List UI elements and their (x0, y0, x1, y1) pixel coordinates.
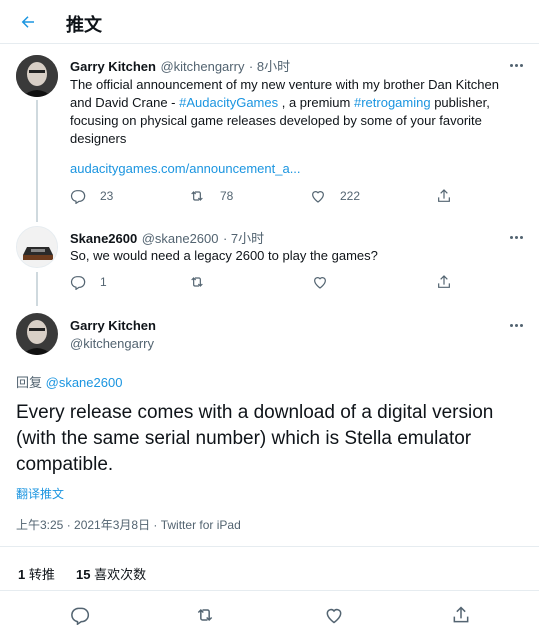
share-icon (453, 606, 469, 623)
retweet-button[interactable]: 78 (188, 186, 233, 206)
display-name[interactable]: Skane2600 (70, 231, 137, 246)
heart-icon (312, 191, 324, 203)
like-button[interactable]: 222 (310, 186, 360, 206)
heart-icon (314, 277, 326, 289)
reply-count: 1 (100, 275, 107, 289)
reply-icon (71, 607, 90, 625)
page-title: 推文 (66, 15, 102, 35)
retweets-count: 1 (18, 567, 26, 582)
retweets-stat[interactable]: 1 转推 (18, 564, 55, 583)
retweet-icon (191, 191, 203, 201)
timestamp[interactable]: · 7小时 (223, 231, 264, 246)
retweet-icon (191, 277, 203, 287)
avatar[interactable] (16, 55, 58, 97)
timestamp[interactable]: · 8小时 (249, 59, 290, 74)
tweet-text: So, we would need a legacy 2600 to play … (70, 248, 378, 263)
reply-button[interactable] (70, 605, 90, 625)
header-bar: 推文 (0, 0, 539, 44)
avatar[interactable] (16, 226, 58, 268)
display-name[interactable]: Garry Kitchen (70, 318, 156, 333)
external-link[interactable]: audacitygames.com/announcement_a... (70, 160, 301, 178)
retweet-button[interactable] (194, 605, 216, 625)
share-button[interactable] (436, 186, 452, 206)
thread-line (36, 100, 38, 222)
avatar[interactable] (16, 313, 58, 355)
main-tweet-text: Every release comes with a download of a… (16, 402, 494, 475)
tweet-text: The official announcement of my new vent… (70, 76, 510, 148)
back-arrow-icon[interactable] (14, 8, 42, 36)
likes-stat[interactable]: 15 喜欢次数 (76, 564, 146, 583)
like-button[interactable] (312, 272, 328, 292)
display-name[interactable]: Garry Kitchen (70, 59, 156, 74)
heart-icon (326, 608, 342, 624)
retweet-icon (197, 608, 213, 622)
user-handle[interactable]: @kitchengarry (160, 59, 244, 74)
share-button[interactable] (451, 605, 471, 625)
reply-prefix: 回复 (16, 375, 46, 390)
tweet-header: Garry Kitchen @kitchengarry · 8小时 (70, 56, 290, 76)
tweet-text-part: , a premium (278, 95, 354, 110)
tweet-meta[interactable]: 上午3:25 · 2021年3月8日 · Twitter for iPad (16, 516, 241, 533)
reply-icon (70, 190, 86, 204)
user-handle[interactable]: @kitchengarry (70, 336, 154, 351)
share-icon (438, 189, 450, 202)
reply-to-link[interactable]: @skane2600 (46, 375, 123, 390)
share-icon (438, 275, 450, 288)
thread-line (36, 272, 38, 306)
translate-link[interactable]: 翻译推文 (16, 485, 64, 502)
likes-label: 喜欢次数 (94, 567, 147, 582)
divider (0, 546, 539, 547)
retweets-label: 转推 (28, 567, 55, 582)
share-button[interactable] (436, 272, 452, 292)
user-handle[interactable]: @skane2600 (142, 231, 219, 246)
more-options-icon[interactable] (506, 318, 526, 332)
reply-count: 23 (100, 189, 114, 203)
like-count: 222 (340, 189, 361, 203)
more-options-icon[interactable] (506, 58, 526, 72)
reply-context: 回复 @skane2600 (16, 372, 122, 391)
more-options-icon[interactable] (506, 230, 526, 244)
retweet-count: 78 (220, 189, 234, 203)
hashtag-link[interactable]: #retrogaming (354, 95, 431, 110)
divider (0, 590, 539, 591)
reply-button[interactable]: 23 (70, 186, 113, 206)
retweet-button[interactable] (188, 272, 206, 292)
tweet-header: Skane2600 @skane2600 · 7小时 (70, 228, 264, 248)
reply-button[interactable]: 1 (70, 272, 107, 292)
likes-count: 15 (76, 567, 91, 582)
reply-icon (70, 276, 86, 290)
hashtag-link[interactable]: #AudacityGames (179, 95, 278, 110)
like-button[interactable] (324, 605, 344, 625)
